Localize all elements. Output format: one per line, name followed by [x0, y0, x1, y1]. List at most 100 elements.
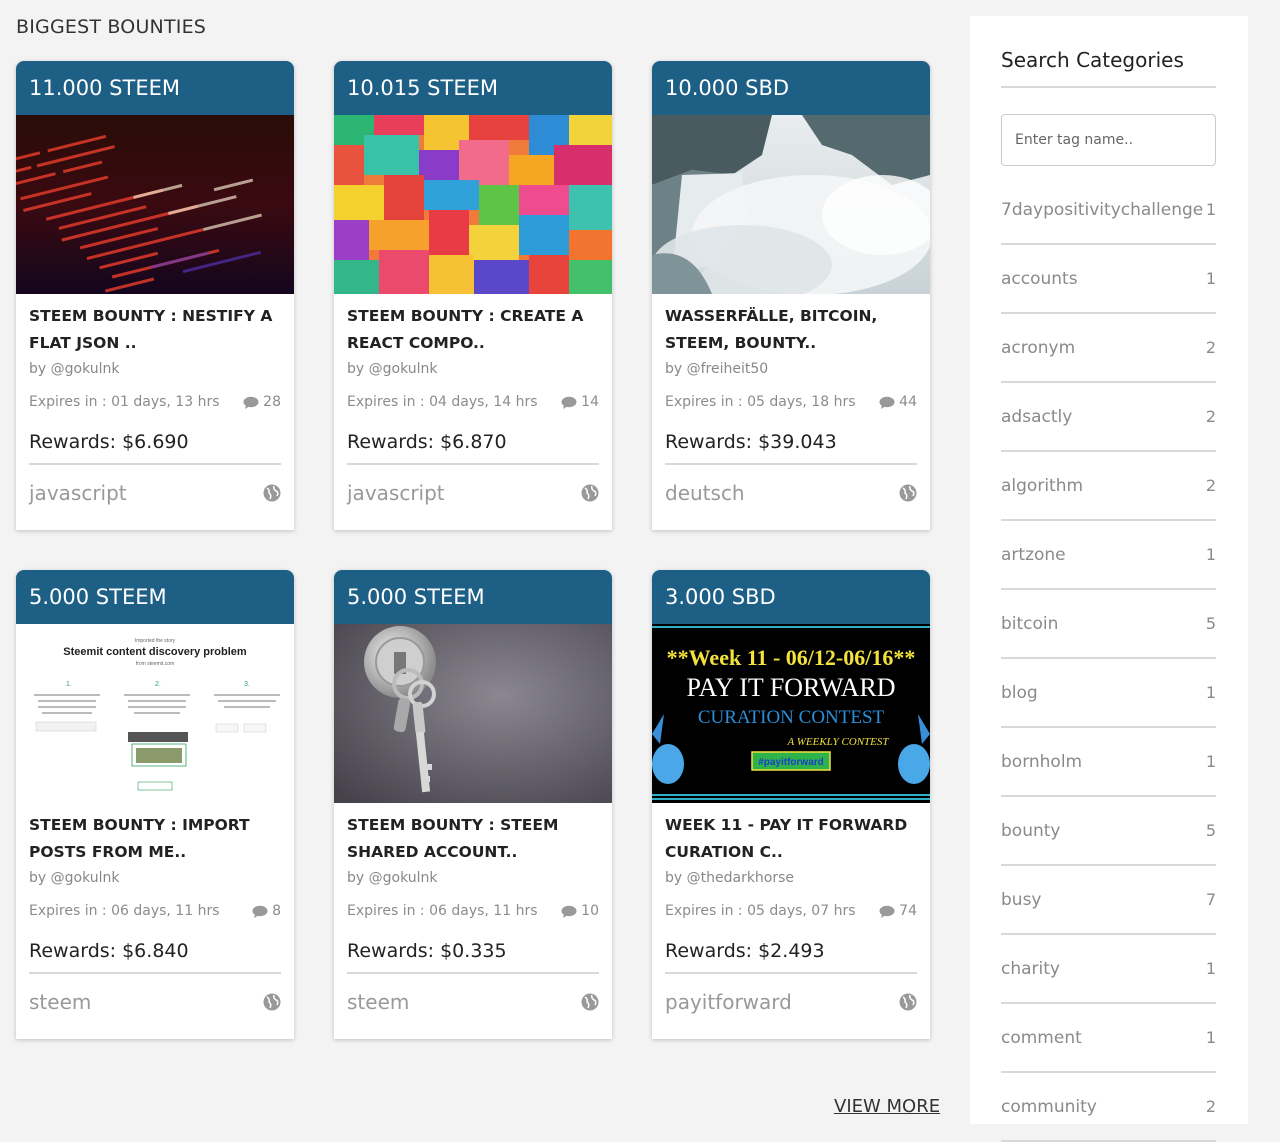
category-name: charity [1001, 958, 1060, 979]
keys-image [334, 624, 612, 803]
bounty-card[interactable]: 10.015 STEEM STEEM BOUNTY: CREATE A REA… [334, 61, 612, 530]
category-name: adsactly [1001, 406, 1073, 427]
bounty-title[interactable]: STEEM BOUNTY : STEEM SHARED ACCOUNT.. [347, 812, 599, 866]
comment-count-value: 10 [581, 903, 599, 919]
category-item[interactable]: adsactly 2 [1001, 383, 1216, 452]
category-count: 1 [1205, 752, 1216, 771]
category-name: blog [1001, 682, 1038, 703]
category-name: acronym [1001, 337, 1076, 358]
category-count: 1 [1205, 1028, 1216, 1047]
globe-icon[interactable] [263, 484, 281, 502]
bounty-title[interactable]: STEEM BOUNTY : IMPORT POSTS FROM ME.. [29, 812, 281, 866]
category-item[interactable]: artzone 1 [1001, 521, 1216, 590]
bounty-author[interactable]: by @thedarkhorse [665, 870, 917, 886]
category-item[interactable]: bitcoin 5 [1001, 590, 1216, 659]
bounty-title[interactable]: WASSERFÄLLE, BITCOIN, STEEM, BOUNTY.. [665, 303, 917, 357]
comment-count-value: 28 [263, 394, 281, 410]
diagram-step-3: 3. [244, 681, 250, 688]
bounty-card[interactable]: 5.000 STEEM STEEM BOUNTY: STEEM SHARED … [334, 570, 612, 1039]
category-item[interactable]: bornholm 1 [1001, 728, 1216, 797]
globe-icon[interactable] [899, 993, 917, 1011]
globe-icon[interactable] [263, 993, 281, 1011]
comment-icon [561, 396, 577, 409]
bounty-author[interactable]: by @gokulnk [347, 870, 599, 886]
diagram-step-1: 1. [66, 681, 72, 688]
bounty-tag[interactable]: steem [29, 990, 91, 1014]
bounty-card[interactable]: 3.000 SBD **Week 11 - 06/12-06/16** PAY … [652, 570, 930, 1039]
color-blocks-image [334, 115, 612, 294]
category-count: 2 [1205, 338, 1216, 357]
category-count: 1 [1205, 545, 1216, 564]
comment-count: 10 [561, 903, 599, 919]
category-count: 1 [1205, 959, 1216, 978]
view-more-link[interactable]: VIEW MORE [834, 1096, 940, 1117]
bounty-expiry: Expires in : 01 days, 13 hrs [29, 394, 220, 410]
category-item[interactable]: charity 1 [1001, 935, 1216, 1004]
banner-weekly: A WEEKLY CONTEST [786, 736, 889, 748]
bounty-title[interactable]: WEEK 11 - PAY IT FORWARD CURATION C.. [665, 812, 917, 866]
bounty-title[interactable]: STEEM BOUNTY : CREATE A REACT COMPO.. [347, 303, 599, 357]
category-list: 7daypositivitychallenge 1 accounts 1 acron… [1001, 176, 1216, 1142]
category-item[interactable]: 7daypositivitychallenge 1 [1001, 176, 1216, 245]
bounty-image-color-blocks[interactable] [334, 115, 612, 294]
bounty-image-code-screen[interactable] [16, 115, 294, 294]
category-count: 1 [1205, 200, 1216, 219]
category-name: accounts [1001, 268, 1078, 289]
bounty-tag[interactable]: javascript [29, 481, 127, 505]
comment-icon [561, 905, 577, 918]
comment-icon [252, 905, 268, 918]
category-item[interactable]: algorithm 2 [1001, 452, 1216, 521]
category-item[interactable]: comment 1 [1001, 1004, 1216, 1073]
section-title: BIGGEST BOUNTIES [16, 16, 207, 38]
category-count: 7 [1205, 890, 1216, 909]
bounty-reward: Rewards: $6.870 [347, 431, 599, 465]
globe-icon[interactable] [899, 484, 917, 502]
diagram-small-top: Imported the story [135, 638, 176, 644]
category-count: 2 [1205, 1097, 1216, 1116]
bounty-amount: 11.000 STEEM [16, 61, 294, 115]
bounty-author[interactable]: by @gokulnk [29, 870, 281, 886]
bounty-image-keys[interactable] [334, 624, 612, 803]
category-count: 1 [1205, 683, 1216, 702]
comment-count: 44 [879, 394, 917, 410]
comment-count: 28 [243, 394, 281, 410]
bounty-image-discovery-diagram[interactable]: Imported the story Steemit content disco… [16, 624, 294, 803]
diagram-step-2: 2. [155, 681, 161, 688]
bounty-card[interactable]: 5.000 STEEM Imported the story Steemit c… [16, 570, 294, 1039]
category-item[interactable]: acronym 2 [1001, 314, 1216, 383]
bounty-expiry: Expires in : 05 days, 18 hrs [665, 394, 856, 410]
category-item[interactable]: bounty 5 [1001, 797, 1216, 866]
category-item[interactable]: accounts 1 [1001, 245, 1216, 314]
bounty-card[interactable]: 10.000 SBD WASSERFÄLLE, BITCOIN, STEEM, … [652, 61, 930, 530]
bounty-reward: Rewards: $6.690 [29, 431, 281, 465]
bounty-reward: Rewards: $39.043 [665, 431, 917, 465]
category-item[interactable]: blog 1 [1001, 659, 1216, 728]
bounty-tag[interactable]: deutsch [665, 481, 745, 505]
bounty-reward: Rewards: $0.335 [347, 940, 599, 974]
globe-icon[interactable] [581, 484, 599, 502]
bounty-tag[interactable]: steem [347, 990, 409, 1014]
bounty-author[interactable]: by @gokulnk [347, 361, 599, 377]
globe-icon[interactable] [581, 993, 599, 1011]
bounty-amount: 5.000 STEEM [16, 570, 294, 624]
comment-count-value: 44 [899, 394, 917, 410]
bounty-title[interactable]: STEEM BOUNTY : NESTIFY A FLAT JSON .. [29, 303, 281, 357]
bounty-image-waterfall[interactable] [652, 115, 930, 294]
code-screen-image [16, 115, 294, 294]
tag-search-input[interactable] [1001, 114, 1216, 166]
bounty-tag[interactable]: javascript [347, 481, 445, 505]
sidebar-divider [1001, 86, 1216, 88]
category-item[interactable]: community 2 [1001, 1073, 1216, 1142]
bounty-card[interactable]: 11.000 STEEM STEEM BOUNTY: NESTIFY A FL… [16, 61, 294, 530]
comment-count: 8 [252, 903, 281, 919]
bounty-amount: 5.000 STEEM [334, 570, 612, 624]
bounty-author[interactable]: by @freiheit50 [665, 361, 917, 377]
category-name: community [1001, 1096, 1097, 1117]
bounty-expiry: Expires in : 05 days, 07 hrs [665, 903, 856, 919]
category-item[interactable]: busy 7 [1001, 866, 1216, 935]
bounty-author[interactable]: by @gokulnk [29, 361, 281, 377]
bounty-reward: Rewards: $2.493 [665, 940, 917, 974]
bounty-image-pay-it-forward-banner[interactable]: **Week 11 - 06/12-06/16** PAY IT FORWARD… [652, 624, 930, 803]
bounty-amount: 10.000 SBD [652, 61, 930, 115]
bounty-tag[interactable]: payitforward [665, 990, 792, 1014]
